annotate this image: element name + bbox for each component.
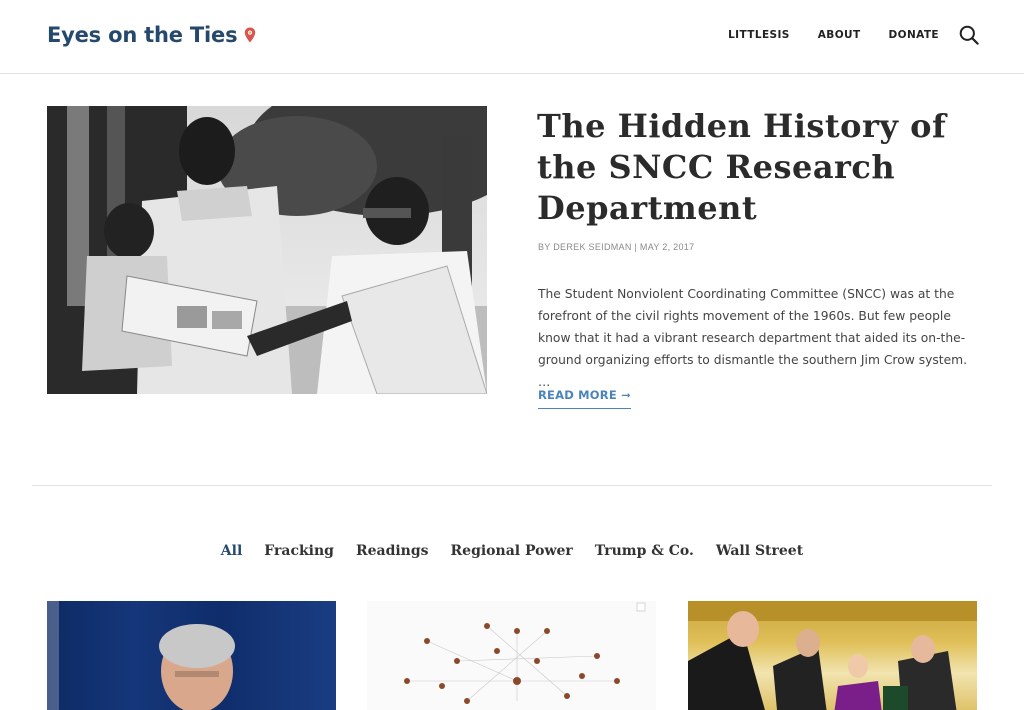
featured-image[interactable] (47, 106, 487, 394)
map-pin-icon (244, 24, 256, 48)
category-filters: All Fracking Readings Regional Power Tru… (0, 543, 1024, 559)
featured-title[interactable]: The Hidden History of the SNCC Research … (537, 106, 977, 229)
filter-trump-co[interactable]: Trump & Co. (595, 543, 694, 559)
post-card-thumbnail[interactable] (367, 601, 656, 710)
nav-item-donate[interactable]: DONATE (889, 29, 939, 41)
filter-regional-power[interactable]: Regional Power (451, 543, 573, 559)
main-nav: LITTLESIS ABOUT DONATE (728, 25, 979, 45)
post-card-thumbnail[interactable] (47, 601, 336, 710)
read-more-link[interactable]: READ MORE ➞ (538, 388, 631, 409)
search-icon[interactable] (959, 25, 979, 45)
filter-all[interactable]: All (221, 543, 243, 559)
filter-wall-street[interactable]: Wall Street (716, 543, 803, 559)
section-divider (32, 485, 992, 486)
logo-text[interactable]: Eyes on the Ties (47, 23, 238, 47)
post-card-thumbnail[interactable] (688, 601, 977, 710)
article-byline: BY DEREK SEIDMAN | MAY 2, 2017 (538, 242, 695, 252)
filter-fracking[interactable]: Fracking (264, 543, 334, 559)
site-logo[interactable]: Eyes on the Ties (47, 22, 256, 48)
nav-item-about[interactable]: ABOUT (818, 29, 861, 41)
nav-item-littlesis[interactable]: LITTLESIS (728, 29, 790, 41)
filter-readings[interactable]: Readings (356, 543, 429, 559)
site-header: Eyes on the Ties LITTLESIS ABOUT DONATE (0, 0, 1024, 74)
article-excerpt: The Student Nonviolent Coordinating Comm… (538, 287, 968, 389)
